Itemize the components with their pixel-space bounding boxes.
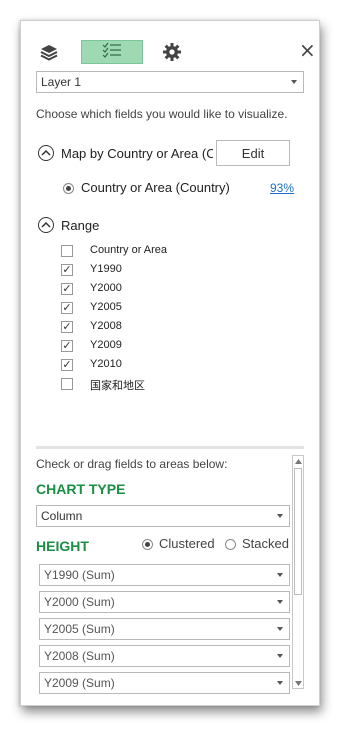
field-list-icon	[102, 42, 122, 62]
field-row[interactable]: ✓ Y2009	[61, 338, 261, 356]
height-field-dropdown[interactable]: Y2008 (Sum)	[39, 645, 290, 667]
height-field-label: Y2008 (Sum)	[44, 649, 115, 663]
map-section-title: Map by Country or Area (Cc	[61, 146, 213, 161]
field-label: Y2010	[90, 358, 122, 370]
height-field-dropdown[interactable]: Y2000 (Sum)	[39, 591, 290, 613]
chevron-down-icon	[277, 600, 283, 604]
field-label: Y2005	[90, 301, 122, 313]
field-checkbox[interactable]: ✓	[61, 340, 73, 352]
field-label: Y2000	[90, 282, 122, 294]
field-checkbox[interactable]: ✓	[61, 264, 73, 276]
scroll-down-icon[interactable]	[293, 678, 303, 688]
clustered-radio[interactable]	[142, 539, 153, 550]
map-option-radio[interactable]	[63, 183, 74, 194]
range-section-title: Range	[61, 218, 100, 233]
areas-scrollbar[interactable]	[292, 455, 304, 689]
layer-select[interactable]: Layer 1	[36, 71, 304, 93]
close-icon[interactable]: ×	[299, 40, 316, 60]
chevron-down-icon	[277, 681, 283, 685]
height-heading: HEIGHT	[36, 538, 89, 554]
height-field-dropdown[interactable]: Y2009 (Sum)	[39, 672, 290, 694]
chevron-down-icon	[291, 80, 297, 84]
areas-instruction: Check or drag fields to areas below:	[36, 457, 228, 471]
confidence-link[interactable]: 93%	[270, 181, 294, 195]
field-checkbox[interactable]: ✓	[61, 283, 73, 295]
collapse-range-section-icon[interactable]	[38, 217, 54, 233]
field-checkbox[interactable]: ✓	[61, 359, 73, 371]
layers-icon[interactable]	[38, 41, 60, 63]
stacked-label: Stacked	[242, 536, 289, 551]
field-label: 国家和地区	[90, 380, 145, 392]
scroll-up-icon[interactable]	[293, 456, 303, 466]
height-field-label: Y2005 (Sum)	[44, 622, 115, 636]
chevron-down-icon	[277, 654, 283, 658]
field-checkbox[interactable]	[61, 378, 73, 390]
field-label: Y2008	[90, 320, 122, 332]
height-field-label: Y2000 (Sum)	[44, 595, 115, 609]
height-field-dropdown[interactable]: Y1990 (Sum)	[39, 564, 290, 586]
intro-text: Choose which fields you would like to vi…	[36, 107, 288, 121]
height-field-label: Y1990 (Sum)	[44, 568, 115, 582]
layer-pane: × Layer 1 Choose which fields you would …	[20, 20, 320, 706]
stacked-radio[interactable]	[225, 539, 236, 550]
chevron-down-icon	[277, 573, 283, 577]
map-option-label: Country or Area (Country)	[81, 180, 230, 195]
field-checkbox[interactable]	[61, 245, 73, 257]
collapse-map-section-icon[interactable]	[38, 145, 54, 161]
edit-button[interactable]: Edit	[216, 140, 290, 166]
field-row[interactable]: ✓ Y2008	[61, 319, 261, 337]
field-label: Y2009	[90, 339, 122, 351]
field-row[interactable]: 国家和地区	[61, 376, 261, 394]
height-field-dropdown[interactable]: Y2005 (Sum)	[39, 618, 290, 640]
section-divider	[36, 446, 304, 449]
field-row[interactable]: Country or Area	[61, 243, 261, 261]
chart-type-value: Column	[41, 509, 83, 523]
layer-select-value: Layer 1	[41, 75, 82, 89]
scroll-thumb[interactable]	[294, 468, 302, 595]
field-list-button[interactable]	[81, 40, 143, 64]
chart-type-heading: CHART TYPE	[36, 481, 126, 497]
chevron-down-icon	[277, 514, 283, 518]
height-field-label: Y2009 (Sum)	[44, 676, 115, 690]
field-row[interactable]: ✓ Y2005	[61, 300, 261, 318]
chart-type-select[interactable]: Column	[36, 505, 290, 527]
field-row[interactable]: ✓ Y2000	[61, 281, 261, 299]
gear-icon[interactable]	[161, 41, 183, 63]
field-row[interactable]: ✓ Y2010	[61, 357, 261, 375]
field-checkbox[interactable]: ✓	[61, 321, 73, 333]
field-row[interactable]: ✓ Y1990	[61, 262, 261, 280]
field-label: Country or Area	[90, 244, 168, 256]
field-checkbox[interactable]: ✓	[61, 302, 73, 314]
chevron-down-icon	[277, 627, 283, 631]
clustered-label: Clustered	[159, 536, 215, 551]
field-label: Y1990	[90, 263, 122, 275]
